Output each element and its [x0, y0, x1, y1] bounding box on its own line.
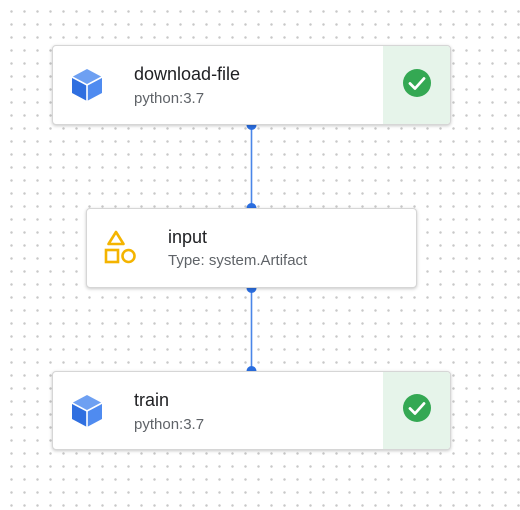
node-title: download-file	[134, 64, 241, 84]
status-panel	[383, 372, 450, 449]
pipeline-node-train[interactable]: train python:3.7	[52, 371, 451, 450]
cube-icon	[68, 66, 106, 104]
cube-icon	[68, 392, 106, 430]
pipeline-node-download-file[interactable]: download-file python:3.7	[52, 45, 451, 125]
node-title: input	[168, 227, 208, 247]
node-subtitle: python:3.7	[134, 416, 205, 433]
pipeline-graph-canvas[interactable]: download-file python:3.7 input Type: sys…	[0, 0, 520, 510]
node-subtitle: python:3.7	[134, 90, 205, 107]
node-title: train	[134, 390, 170, 410]
node-subtitle: Type: system.Artifact	[168, 252, 308, 269]
check-circle-icon	[402, 393, 432, 428]
artifact-shapes-icon	[101, 228, 141, 268]
pipeline-node-input-artifact[interactable]: input Type: system.Artifact	[86, 208, 417, 288]
status-panel	[383, 46, 450, 124]
check-circle-icon	[402, 68, 432, 103]
